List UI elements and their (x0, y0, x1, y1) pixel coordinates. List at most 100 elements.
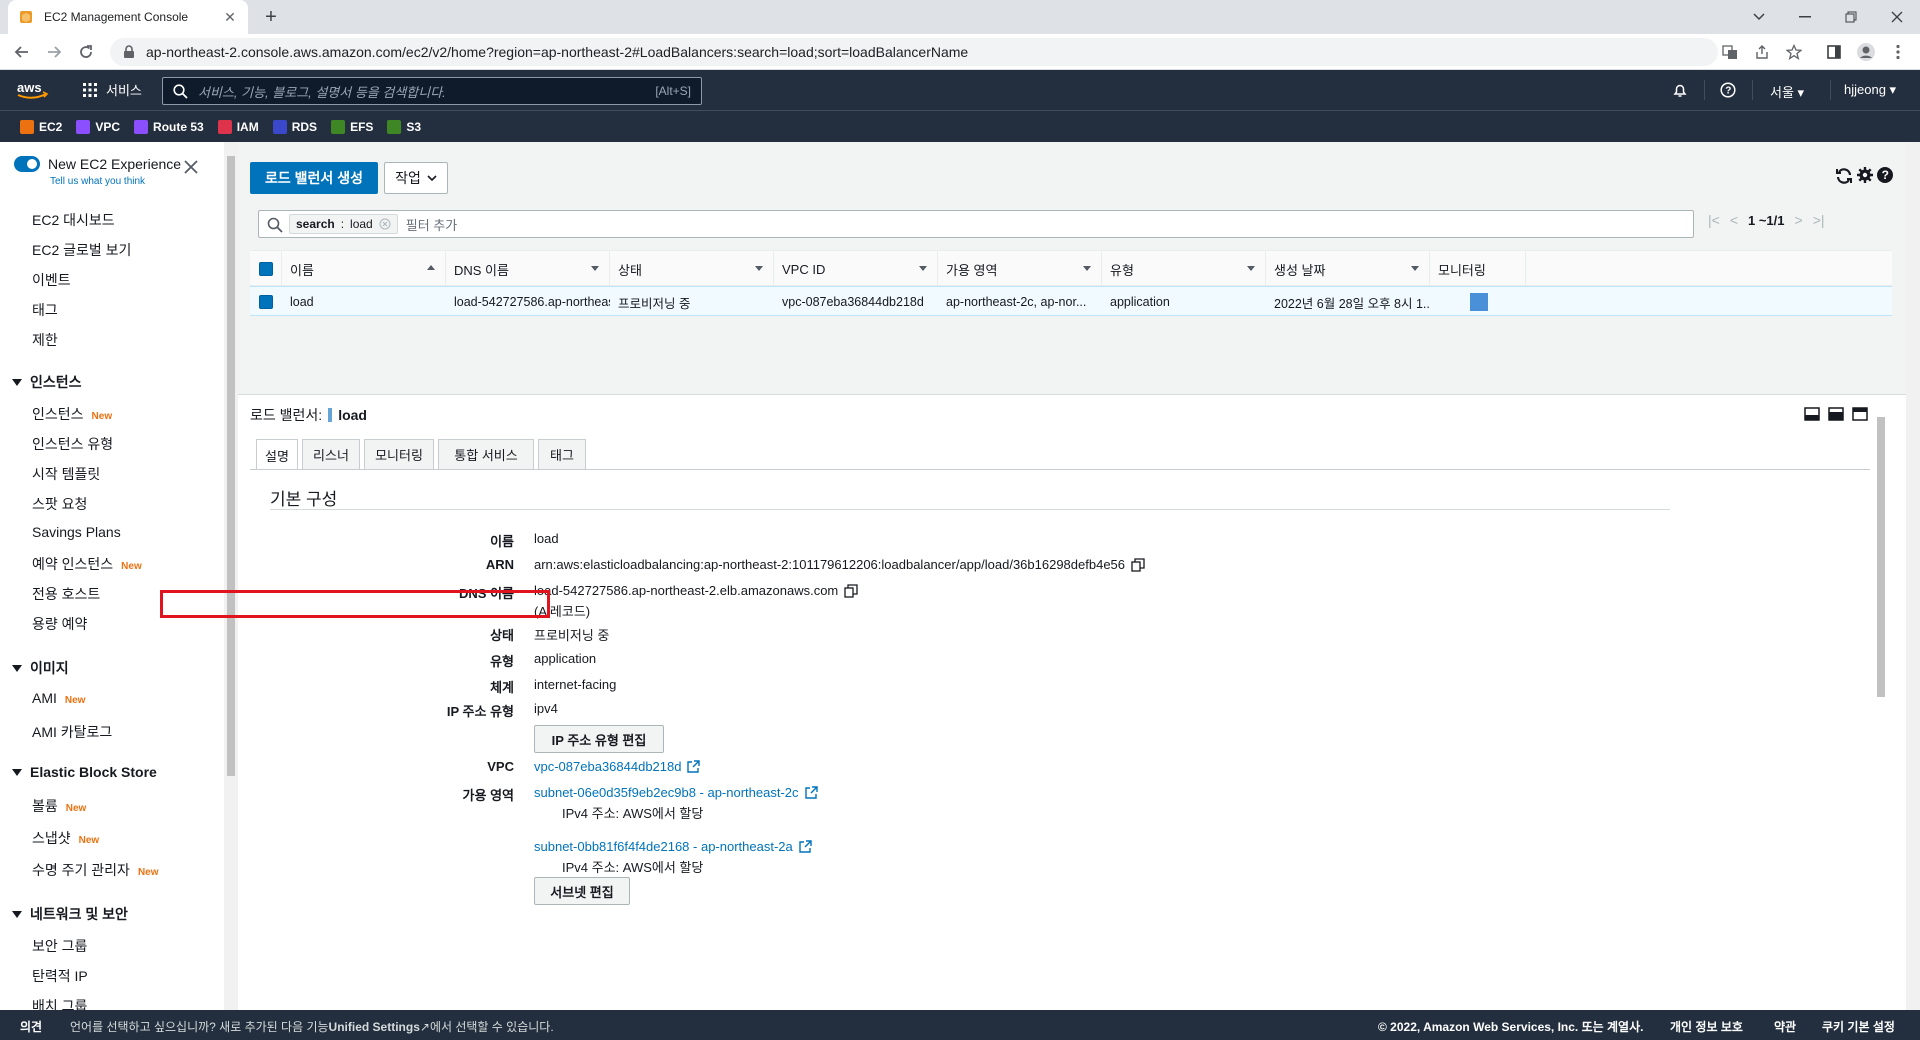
sidebar-item-spot-requests[interactable]: 스팟 요청 (32, 494, 87, 514)
reload-icon[interactable] (74, 40, 98, 64)
sidebar-item-dedicated-hosts[interactable]: 전용 호스트 (32, 584, 100, 604)
new-tab-button[interactable]: + (260, 6, 282, 28)
lock-icon[interactable] (122, 45, 136, 59)
sidebar-item-dashboard[interactable]: EC2 대시보드 (32, 210, 115, 230)
table-row[interactable]: load load-542727586.ap-northeas... 프로비저닝… (250, 286, 1892, 316)
layout-middle-icon[interactable] (1828, 407, 1844, 421)
sidebar-item-limits[interactable]: 제한 (32, 330, 58, 350)
global-search-input[interactable]: 서비스, 기능, 블로그, 설명서 등을 검색합니다. [Alt+S] (162, 77, 702, 105)
sidebar-section-instances[interactable]: 인스턴스 (12, 372, 82, 392)
sidebar-item-savings-plans[interactable]: Savings Plans (32, 524, 121, 540)
sidebar-item-lifecycle-manager[interactable]: 수명 주기 관리자 New (32, 860, 159, 880)
copy-icon[interactable] (844, 583, 858, 598)
services-menu[interactable]: 서비스 (82, 80, 142, 99)
select-all-checkbox[interactable] (258, 262, 273, 276)
bookmark-star-icon[interactable] (1784, 42, 1804, 62)
cookie-preferences-link[interactable]: 쿠키 기본 설정 (1822, 1018, 1895, 1035)
favorite-ec2[interactable]: EC2 (20, 119, 62, 134)
sidebar-item-volumes[interactable]: 볼륨 New (32, 796, 86, 816)
region-selector[interactable]: 서울 ▾ (1770, 82, 1804, 101)
sidebar-item-tags[interactable]: 태그 (32, 300, 58, 320)
sidebar-item-instances[interactable]: 인스턴스 New (32, 404, 112, 424)
sidebar-item-capacity-reservations[interactable]: 용량 예약 (32, 614, 87, 634)
column-header-created[interactable]: 생성 날짜 (1266, 251, 1430, 287)
filter-search-input[interactable]: search : load 필터 추가 (258, 210, 1694, 238)
close-tab-icon[interactable]: ✕ (222, 9, 238, 25)
share-icon[interactable] (1752, 42, 1772, 62)
favorite-iam[interactable]: IAM (217, 119, 259, 134)
column-header-type[interactable]: 유형 (1102, 251, 1266, 287)
layout-top-icon[interactable] (1852, 407, 1868, 421)
feedback-link[interactable]: 의견 (20, 1018, 42, 1035)
column-header-az[interactable]: 가용 영역 (938, 251, 1102, 287)
row-checkbox[interactable] (259, 295, 273, 309)
column-header-name[interactable]: 이름 (282, 251, 446, 287)
sidebar-scrollbar[interactable] (224, 142, 238, 1010)
layout-bottom-icon[interactable] (1804, 407, 1820, 421)
sidebar-item-elastic-ips[interactable]: 탄력적 IP (32, 966, 88, 986)
help-circle-icon[interactable]: ? (1876, 166, 1896, 186)
back-arrow-icon[interactable] (10, 40, 34, 64)
profile-avatar-icon[interactable] (1856, 42, 1876, 62)
favorite-rds[interactable]: RDS (272, 119, 317, 134)
restore-window-icon[interactable] (1828, 0, 1874, 34)
forward-arrow-icon[interactable] (42, 40, 66, 64)
monitoring-chart-icon[interactable] (1470, 293, 1488, 311)
subnet-1-link[interactable]: subnet-06e0d35f9eb2ec9b8 - ap-northeast-… (534, 785, 818, 800)
select-all-checkbox-cell[interactable] (250, 251, 282, 287)
prev-page-icon[interactable]: < (1730, 212, 1738, 228)
sidebar-item-events[interactable]: 이벤트 (32, 270, 71, 290)
sidebar-item-instance-types[interactable]: 인스턴스 유형 (32, 434, 113, 454)
terms-link[interactable]: 약관 (1774, 1018, 1796, 1035)
next-page-icon[interactable]: > (1795, 212, 1803, 228)
account-menu[interactable]: hjjeong ▾ (1844, 82, 1896, 98)
sidebar-item-launch-templates[interactable]: 시작 템플릿 (32, 464, 100, 484)
sidebar-item-snapshots[interactable]: 스냅샷 New (32, 828, 99, 848)
privacy-link[interactable]: 개인 정보 보호 (1670, 1018, 1743, 1035)
last-page-icon[interactable]: >| (1813, 212, 1825, 228)
new-experience-toggle[interactable] (14, 156, 40, 172)
refresh-icon[interactable] (1834, 166, 1856, 188)
aws-logo-icon[interactable]: aws (16, 79, 50, 101)
sidebar-item-ami[interactable]: AMI New (32, 690, 85, 706)
minimize-window-icon[interactable] (1782, 0, 1828, 34)
sidebar-item-ami-catalog[interactable]: AMI 카탈로그 (32, 722, 112, 742)
favorite-s3[interactable]: S3 (387, 119, 421, 134)
tab-integrated-services[interactable]: 통합 서비스 (438, 439, 534, 469)
copy-icon[interactable] (1131, 557, 1145, 572)
close-icon[interactable] (184, 160, 200, 176)
browser-menu-icon[interactable] (1888, 42, 1908, 62)
column-header-state[interactable]: 상태 (610, 251, 774, 287)
page-scrollbar[interactable] (1906, 142, 1920, 1010)
filter-token[interactable]: search : load (289, 214, 398, 234)
close-window-icon[interactable] (1874, 0, 1920, 34)
details-scrollbar[interactable] (1874, 395, 1888, 995)
tab-description[interactable]: 설명 (256, 439, 298, 470)
favorite-efs[interactable]: EFS (331, 119, 373, 134)
favorite-route53[interactable]: Route 53 (134, 119, 204, 134)
column-header-dns[interactable]: DNS 이름 (446, 251, 610, 287)
edit-subnets-button[interactable]: 서브넷 편집 (534, 877, 630, 905)
cell-monitoring[interactable] (1430, 287, 1526, 317)
tab-search-icon[interactable] (1736, 0, 1782, 34)
side-panel-icon[interactable] (1824, 42, 1844, 62)
first-page-icon[interactable]: |< (1708, 212, 1720, 228)
sidebar-item-global-view[interactable]: EC2 글로벌 보기 (32, 240, 131, 260)
sidebar-section-network-security[interactable]: 네트워크 및 보안 (12, 904, 128, 924)
edit-ip-type-button[interactable]: IP 주소 유형 편집 (534, 725, 664, 753)
tab-monitoring[interactable]: 모니터링 (364, 439, 434, 469)
sidebar-item-security-groups[interactable]: 보안 그룹 (32, 936, 87, 956)
tab-tags[interactable]: 태그 (538, 439, 586, 469)
column-header-monitoring[interactable]: 모니터링 (1430, 251, 1526, 287)
sidebar-section-ebs[interactable]: Elastic Block Store (12, 764, 157, 780)
row-checkbox-cell[interactable] (250, 287, 282, 317)
sidebar-section-images[interactable]: 이미지 (12, 658, 69, 678)
subnet-2-link[interactable]: subnet-0bb81f6f4f4de2168 - ap-northeast-… (534, 839, 812, 854)
actions-dropdown[interactable]: 작업 (384, 162, 448, 194)
create-load-balancer-button[interactable]: 로드 밸런서 생성 (250, 162, 378, 194)
remove-filter-icon[interactable] (379, 218, 391, 230)
favorite-vpc[interactable]: VPC (76, 119, 120, 134)
help-icon[interactable]: ? (1718, 80, 1738, 100)
sidebar-scrollbar-thumb[interactable] (227, 156, 235, 776)
url-input[interactable]: ap-northeast-2.console.aws.amazon.com/ec… (110, 38, 1718, 66)
